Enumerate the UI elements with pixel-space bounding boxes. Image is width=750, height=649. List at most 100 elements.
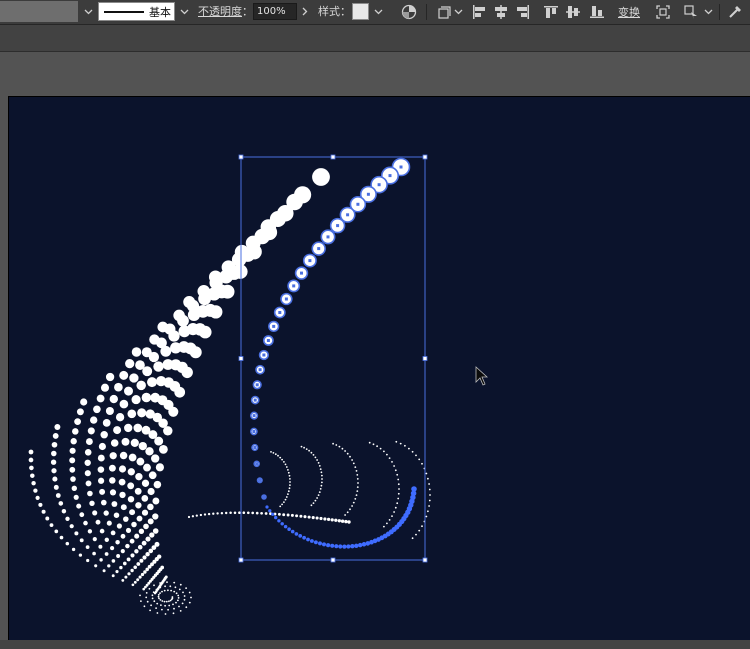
arc-dot — [396, 502, 399, 505]
spiral-dot — [127, 468, 135, 476]
spiral-dot — [143, 463, 151, 472]
arc-dot — [346, 511, 349, 514]
spiral-dot — [45, 516, 50, 521]
arc-dot — [251, 511, 255, 515]
artboard — [8, 96, 750, 640]
puppet-warp-icon[interactable] — [682, 3, 700, 21]
resize-handle[interactable] — [422, 557, 428, 563]
spiral-dot — [131, 395, 141, 405]
arc-dot — [386, 522, 388, 525]
chevron-down-icon[interactable] — [176, 2, 192, 21]
selected-dot-path[interactable] — [250, 157, 411, 500]
resize-handle[interactable] — [422, 356, 428, 361]
arc-dot — [335, 444, 338, 446]
anchor-point — [252, 430, 256, 433]
spiral-dot — [173, 607, 175, 610]
dot-spiral-artwork[interactable] — [28, 168, 330, 615]
align-right-icon[interactable] — [514, 3, 532, 21]
arc-dot — [307, 515, 311, 519]
isolate-group-icon[interactable] — [654, 3, 672, 21]
spiral-dot — [97, 454, 105, 462]
spiral-dot — [167, 589, 169, 592]
spiral-dot — [51, 468, 57, 474]
spiral-dot — [115, 539, 120, 545]
opacity-input[interactable]: 100% — [253, 3, 297, 20]
resize-handle[interactable] — [238, 356, 244, 361]
spiral-dot — [100, 430, 108, 439]
tail-dot — [350, 544, 355, 549]
recolor-artwork-icon[interactable] — [400, 3, 418, 21]
resize-handle[interactable] — [330, 154, 336, 160]
spiral-dot — [185, 606, 188, 609]
spiral-dot — [136, 515, 143, 522]
chevron-down-icon[interactable] — [450, 2, 466, 21]
chevron-down-icon[interactable] — [370, 2, 386, 21]
spiral-dot — [83, 520, 88, 526]
spiral-dot — [161, 590, 163, 593]
spiral-dot — [116, 523, 122, 529]
arc-dot — [246, 511, 250, 515]
chevron-down-icon[interactable] — [80, 2, 96, 21]
arc-dot — [320, 484, 323, 487]
graphic-style-swatch[interactable] — [352, 3, 369, 20]
arc-dot — [428, 488, 431, 491]
spiral-dot — [183, 598, 186, 601]
arc-dot — [383, 525, 385, 528]
spiral-dot — [145, 592, 148, 594]
spiral-dot — [141, 479, 150, 487]
align-horizontal-center-icon[interactable] — [492, 3, 510, 21]
spiral-dot — [143, 523, 149, 530]
anchor-point — [278, 311, 282, 314]
fill-swatch[interactable] — [0, 1, 78, 22]
spiral-dot — [79, 512, 85, 518]
dot-arc-rays[interactable] — [187, 440, 431, 540]
resize-handle[interactable] — [330, 557, 336, 563]
spiral-dot — [152, 497, 160, 505]
arc-dot — [289, 478, 291, 480]
spiral-dot — [71, 547, 76, 552]
spiral-dot — [158, 597, 160, 600]
arc-dot — [418, 529, 421, 532]
spiral-dot — [87, 427, 95, 435]
arc-dot — [330, 518, 334, 522]
spiral-dot — [87, 529, 93, 534]
spiral-dot — [173, 581, 176, 584]
arc-dot — [295, 514, 299, 518]
spiral-dot — [145, 536, 151, 542]
spiral-dot — [71, 485, 77, 491]
resize-handle[interactable] — [422, 154, 428, 160]
arc-dot — [284, 498, 287, 501]
chevron-down-icon[interactable] — [700, 2, 716, 21]
transform-button[interactable]: 变换 — [618, 4, 640, 20]
align-vertical-center-icon[interactable] — [564, 3, 582, 21]
arc-dot — [395, 440, 398, 443]
spiral-dot — [160, 345, 172, 357]
spiral-dot — [119, 565, 123, 570]
anchor-point — [253, 446, 257, 449]
stroke-profile-dropdown[interactable]: 基本 — [98, 2, 175, 21]
selected-dot-tail[interactable] — [265, 486, 417, 549]
chevron-right-icon[interactable] — [298, 3, 311, 20]
spiral-dot — [95, 519, 101, 525]
spiral-dot — [178, 605, 180, 608]
align-left-icon[interactable] — [470, 3, 488, 21]
arc-dot — [229, 511, 232, 515]
resize-handle[interactable] — [238, 154, 244, 160]
spiral-dot — [136, 380, 146, 391]
selection-bounding-box[interactable] — [240, 156, 426, 561]
tail-dot — [268, 509, 272, 513]
spiral-dot — [97, 477, 105, 484]
edit-path-icon[interactable] — [726, 3, 744, 21]
spiral-dot — [118, 465, 127, 473]
resize-handle[interactable] — [238, 557, 244, 563]
arc-dot — [425, 515, 428, 518]
align-top-icon[interactable] — [542, 3, 560, 21]
anchor-point — [317, 247, 321, 251]
spiral-dot — [151, 454, 160, 463]
align-bottom-icon[interactable] — [588, 3, 606, 21]
artwork-canvas[interactable] — [9, 97, 750, 640]
opacity-label[interactable]: 不透明度 — [198, 4, 242, 20]
spiral-dot — [38, 502, 43, 507]
arc-dot — [282, 513, 286, 517]
spiral-dot — [177, 599, 179, 602]
